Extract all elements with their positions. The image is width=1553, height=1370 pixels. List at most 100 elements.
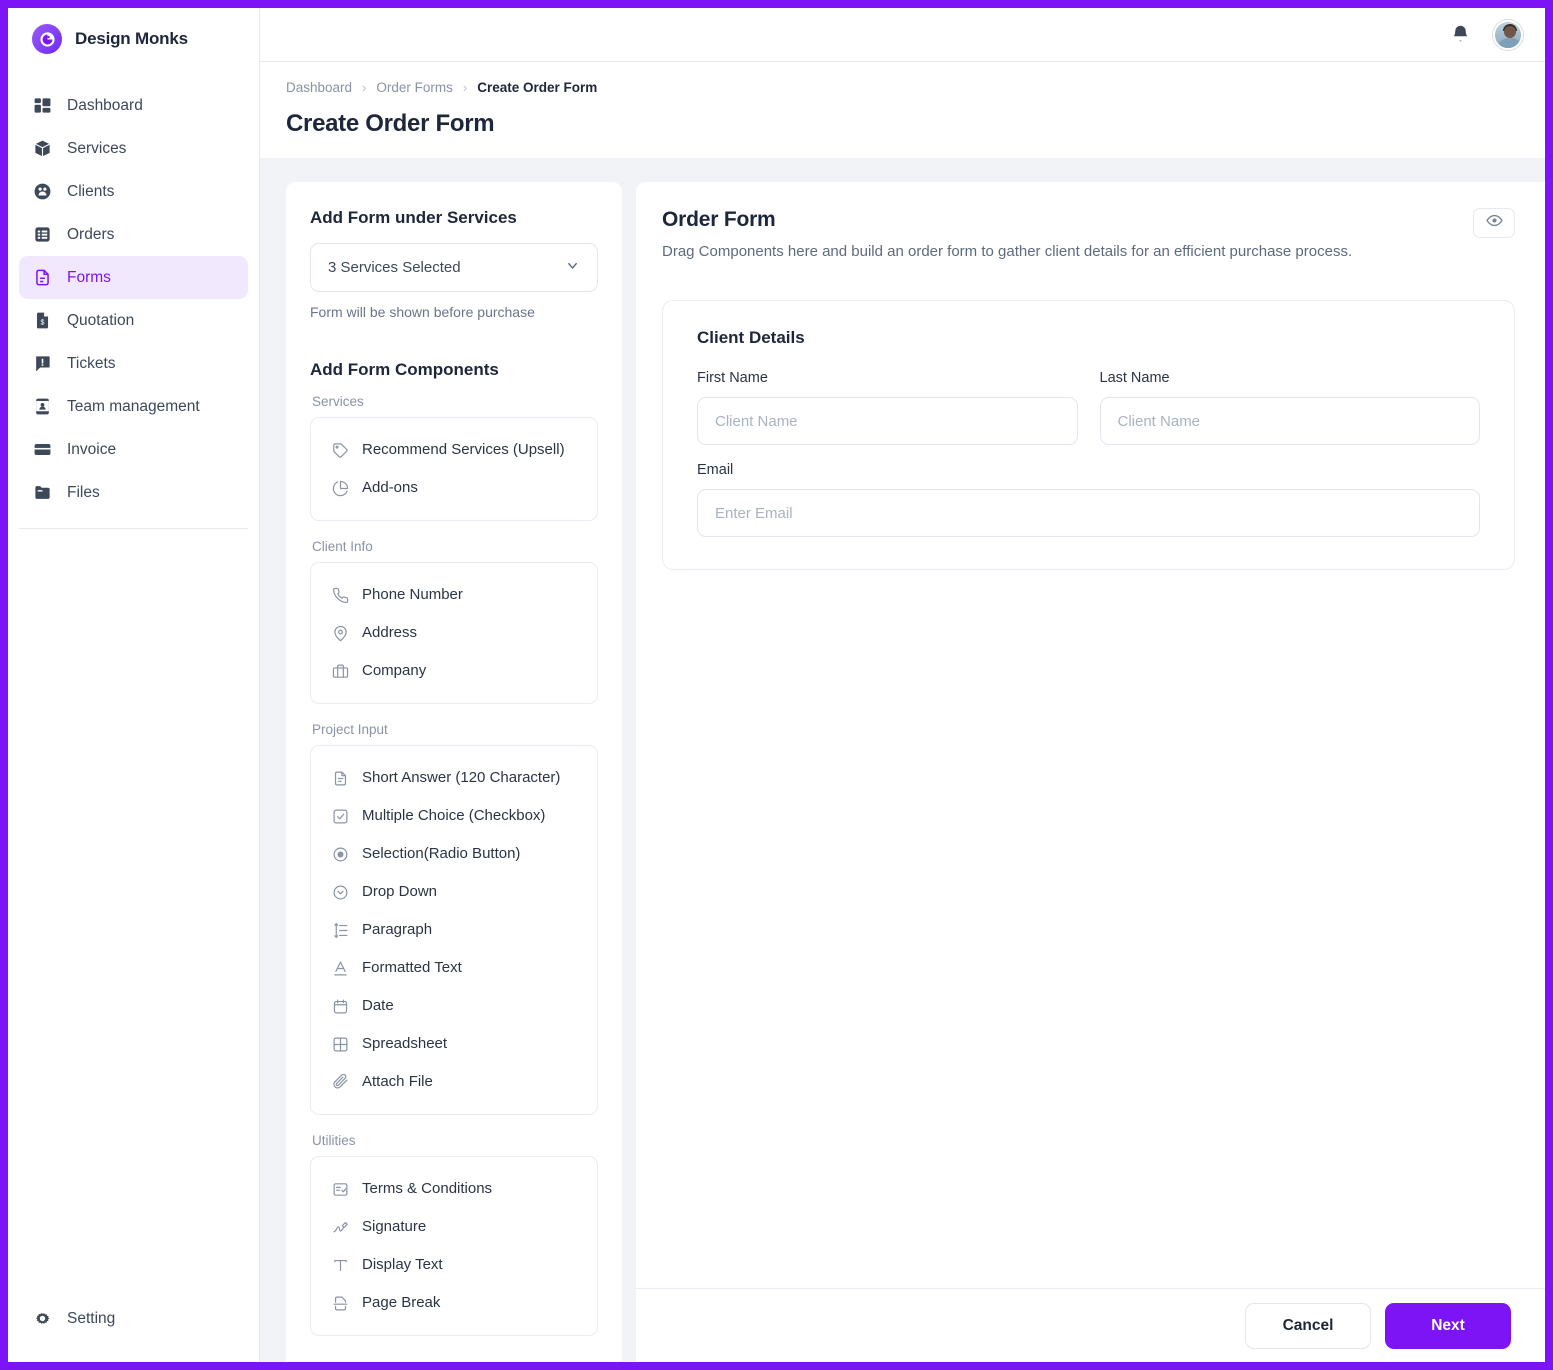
- sidebar-item-dashboard[interactable]: Dashboard: [19, 84, 248, 127]
- order-form-canvas[interactable]: Order Form Drag Components here and buil…: [636, 182, 1545, 1288]
- terms-icon: [331, 1180, 349, 1198]
- sidebar-item-label: Tickets: [67, 355, 116, 373]
- component-formatted-text[interactable]: Formatted Text: [311, 949, 597, 987]
- sidebar-item-services[interactable]: Services: [19, 127, 248, 170]
- component-signature[interactable]: Signature: [311, 1208, 597, 1246]
- briefcase-icon: [331, 662, 349, 680]
- component-paragraph[interactable]: Paragraph: [311, 911, 597, 949]
- component-label: Page Break: [362, 1293, 440, 1313]
- component-page-break[interactable]: Page Break: [311, 1284, 597, 1322]
- component-label: Display Text: [362, 1255, 443, 1275]
- bell-icon[interactable]: [1450, 24, 1471, 45]
- app-viewport: Design Monks Dashboard Services Clients: [8, 8, 1545, 1362]
- file-dollar-icon: $: [32, 310, 53, 331]
- sidebar-item-forms[interactable]: Forms: [19, 256, 248, 299]
- users-icon: [32, 181, 53, 202]
- component-company[interactable]: Company: [311, 652, 597, 690]
- last-name-field: Last Name: [1100, 370, 1481, 445]
- sidebar-item-invoice[interactable]: Invoice: [19, 428, 248, 471]
- component-display-text[interactable]: Display Text: [311, 1246, 597, 1284]
- main-area: Dashboard › Order Forms › Create Order F…: [260, 8, 1545, 1362]
- component-address[interactable]: Address: [311, 614, 597, 652]
- order-form-header: Order Form Drag Components here and buil…: [662, 208, 1515, 260]
- sidebar-item-orders[interactable]: Orders: [19, 213, 248, 256]
- component-drop-down[interactable]: Drop Down: [311, 873, 597, 911]
- component-short-answer[interactable]: Short Answer (120 Character): [311, 759, 597, 797]
- avatar[interactable]: [1493, 20, 1523, 50]
- chevron-right-icon: ›: [362, 80, 366, 95]
- first-name-label: First Name: [697, 370, 1078, 386]
- component-label: Recommend Services (Upsell): [362, 440, 565, 460]
- component-spreadsheet[interactable]: Spreadsheet: [311, 1025, 597, 1063]
- sidebar-item-setting[interactable]: Setting: [19, 1297, 248, 1340]
- sidebar-item-files[interactable]: Files: [19, 471, 248, 514]
- component-date[interactable]: Date: [311, 987, 597, 1025]
- box-icon: [32, 138, 53, 159]
- first-name-field: First Name: [697, 370, 1078, 445]
- circle-chevron-down-icon: [331, 883, 349, 901]
- component-terms-conditions[interactable]: Terms & Conditions: [311, 1170, 597, 1208]
- sidebar-bottom: Setting: [8, 1297, 259, 1362]
- form-components-panel: Add Form under Services 3 Services Selec…: [286, 182, 622, 1362]
- next-button[interactable]: Next: [1385, 1303, 1511, 1349]
- services-hint: Form will be shown before purchase: [310, 304, 598, 320]
- component-label: Company: [362, 661, 426, 681]
- eye-icon: [1486, 212, 1503, 234]
- component-label: Add-ons: [362, 478, 418, 498]
- cancel-button[interactable]: Cancel: [1245, 1303, 1371, 1349]
- brand-name: Design Monks: [75, 29, 188, 49]
- component-phone-number[interactable]: Phone Number: [311, 576, 597, 614]
- folder-icon: [32, 482, 53, 503]
- type-icon: [331, 1256, 349, 1274]
- email-field-wrap: Email: [697, 462, 1480, 537]
- app-logo-icon: [32, 24, 62, 54]
- sidebar-item-clients[interactable]: Clients: [19, 170, 248, 213]
- page-break-icon: [331, 1294, 349, 1312]
- pie-chart-icon: [331, 479, 349, 497]
- component-label: Signature: [362, 1217, 426, 1237]
- paperclip-icon: [331, 1073, 349, 1091]
- list-icon: [32, 224, 53, 245]
- group-label-utilities: Utilities: [312, 1133, 598, 1148]
- component-group-services: Recommend Services (Upsell) Add-ons: [310, 417, 598, 521]
- add-form-under-services-heading: Add Form under Services: [310, 208, 598, 228]
- first-name-input[interactable]: [697, 397, 1078, 445]
- sidebar-item-label: Services: [67, 140, 126, 158]
- component-label: Spreadsheet: [362, 1034, 447, 1054]
- sidebar-item-tickets[interactable]: Tickets: [19, 342, 248, 385]
- component-multiple-choice[interactable]: Multiple Choice (Checkbox): [311, 797, 597, 835]
- preview-button[interactable]: [1473, 208, 1515, 238]
- document-icon: [331, 769, 349, 787]
- calendar-icon: [331, 997, 349, 1015]
- table-icon: [331, 1035, 349, 1053]
- component-label: Terms & Conditions: [362, 1179, 492, 1199]
- sidebar-item-quotation[interactable]: $ Quotation: [19, 299, 248, 342]
- email-label: Email: [697, 462, 1480, 478]
- sidebar-item-label: Clients: [67, 183, 114, 201]
- sidebar-item-team-management[interactable]: Team management: [19, 385, 248, 428]
- breadcrumb-item-current: Create Order Form: [477, 80, 597, 95]
- email-input[interactable]: [697, 489, 1480, 537]
- services-select[interactable]: 3 Services Selected: [310, 243, 598, 292]
- component-selection-radio[interactable]: Selection(Radio Button): [311, 835, 597, 873]
- component-label: Multiple Choice (Checkbox): [362, 806, 545, 826]
- breadcrumb-item-dashboard[interactable]: Dashboard: [286, 80, 352, 95]
- topbar: [260, 8, 1545, 62]
- chevron-down-icon: [565, 258, 580, 277]
- sidebar-item-label: Quotation: [67, 312, 134, 330]
- component-add-ons[interactable]: Add-ons: [311, 469, 597, 507]
- component-attach-file[interactable]: Attach File: [311, 1063, 597, 1101]
- order-form-subtitle: Drag Components here and build an order …: [662, 243, 1352, 260]
- svg-text:$: $: [41, 318, 45, 326]
- services-select-value: 3 Services Selected: [328, 259, 461, 276]
- breadcrumb-item-order-forms[interactable]: Order Forms: [376, 80, 453, 95]
- component-recommend-services[interactable]: Recommend Services (Upsell): [311, 431, 597, 469]
- component-label: Short Answer (120 Character): [362, 768, 560, 788]
- component-label: Phone Number: [362, 585, 463, 605]
- last-name-input[interactable]: [1100, 397, 1481, 445]
- workspace: Add Form under Services 3 Services Selec…: [260, 158, 1545, 1362]
- sidebar-item-label: Files: [67, 484, 100, 502]
- signature-icon: [331, 1218, 349, 1236]
- brand[interactable]: Design Monks: [8, 8, 259, 70]
- component-label: Drop Down: [362, 882, 437, 902]
